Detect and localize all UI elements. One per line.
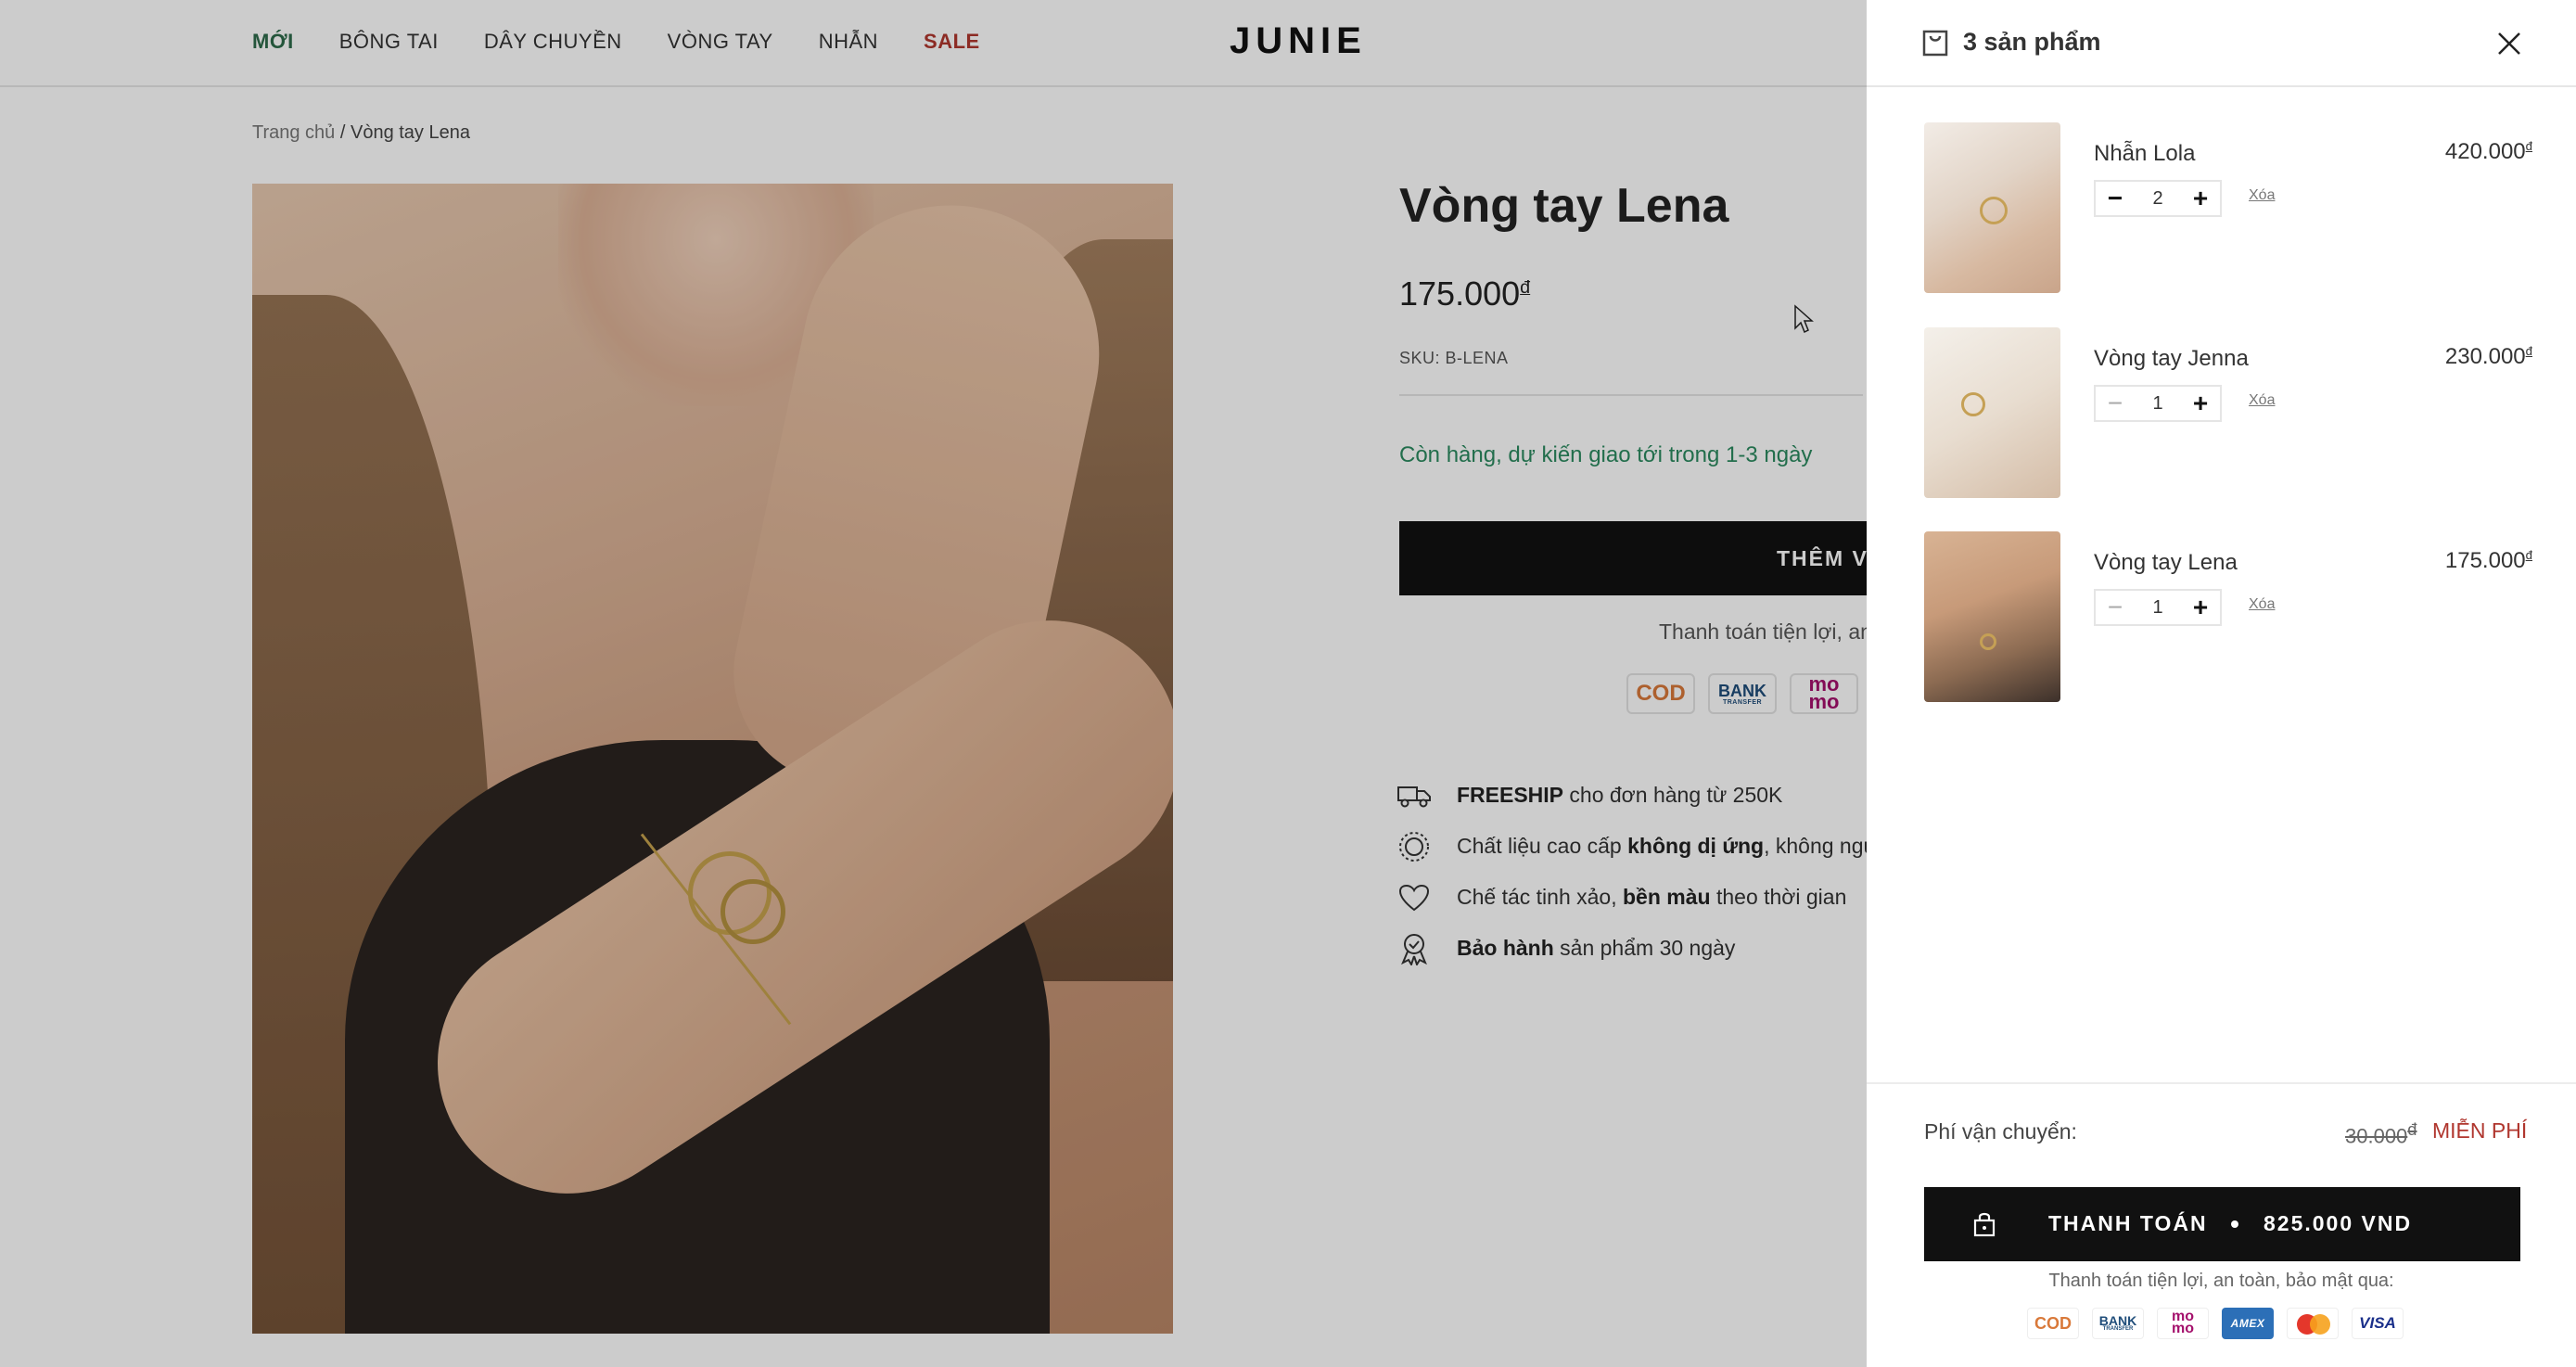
lock-bag-icon [1972, 1211, 1996, 1240]
separator-dot [2231, 1220, 2238, 1228]
shipping-label: Phí vận chuyển: [1924, 1119, 2077, 1143]
cart-footer: Phí vận chuyển: 30.000đ MIỄN PHÍ THANH T… [1867, 1082, 2576, 1367]
cart-header: 3 sản phẩm [1867, 0, 2576, 87]
quantity-value[interactable]: 2 [2135, 188, 2181, 210]
increase-qty-button[interactable]: + [2181, 182, 2220, 215]
cart-drawer: 3 sản phẩm Nhẫn Lola 420.000đ − 2 + Xóa … [1867, 0, 2576, 1367]
checkout-label: THANH TOÁN [2048, 1211, 2208, 1235]
checkout-button[interactable]: THANH TOÁN 825.000 VND [1924, 1187, 2520, 1261]
cart-item-price: 230.000đ [2444, 344, 2532, 369]
visa-icon: VISA [2352, 1308, 2404, 1339]
increase-qty-button[interactable]: + [2181, 387, 2220, 420]
remove-item-link[interactable]: Xóa [2249, 392, 2275, 409]
cart-count: 3 sản phẩm [1963, 28, 2101, 56]
close-cart-button[interactable] [2493, 28, 2525, 59]
bank-transfer-icon: BANK TRANSFER [2092, 1308, 2144, 1339]
quantity-stepper: − 1 + [2094, 385, 2222, 422]
quantity-value[interactable]: 1 [2135, 393, 2181, 415]
quantity-stepper: − 1 + [2094, 589, 2222, 626]
cart-item-thumbnail[interactable] [1924, 122, 2060, 293]
close-icon [2498, 32, 2520, 55]
shipping-free-label: MIỄN PHÍ [2432, 1118, 2528, 1143]
cod-icon: COD [2027, 1308, 2079, 1339]
remove-item-link[interactable]: Xóa [2249, 596, 2275, 613]
cart-item-price: 420.000đ [2444, 139, 2532, 164]
cart-item-name[interactable]: Vòng tay Jenna [2094, 346, 2249, 372]
momo-icon: mo mo [2157, 1308, 2209, 1339]
cart-backdrop-overlay[interactable] [0, 0, 1867, 1367]
mastercard-icon [2287, 1308, 2339, 1339]
cart-item-thumbnail[interactable] [1924, 531, 2060, 702]
shipping-original-price: 30.000đ [2345, 1119, 2417, 1148]
decrease-qty-button[interactable]: − [2096, 591, 2135, 624]
payment-note: Thanh toán tiện lợi, an toàn, bảo mật qu… [2048, 1271, 2394, 1291]
increase-qty-button[interactable]: + [2181, 591, 2220, 624]
checkout-total: 825.000 VND [2264, 1211, 2413, 1235]
cart-item: Vòng tay Lena 175.000đ − 1 + Xóa [1924, 531, 2532, 702]
remove-item-link[interactable]: Xóa [2249, 187, 2275, 204]
cart-item: Nhẫn Lola 420.000đ − 2 + Xóa [1924, 122, 2532, 293]
quantity-stepper: − 2 + [2094, 180, 2222, 217]
amex-icon: AMEX [2222, 1308, 2274, 1339]
decrease-qty-button[interactable]: − [2096, 182, 2135, 215]
cart-item-thumbnail[interactable] [1924, 327, 2060, 498]
cart-item-name[interactable]: Nhẫn Lola [2094, 141, 2195, 167]
decrease-qty-button[interactable]: − [2096, 387, 2135, 420]
cart-item: Vòng tay Jenna 230.000đ − 1 + Xóa [1924, 327, 2532, 498]
shopping-bag-icon [1922, 29, 1948, 61]
payment-methods: COD BANK TRANSFER mo mo AMEX VISA [2027, 1308, 2404, 1339]
cart-item-name[interactable]: Vòng tay Lena [2094, 550, 2238, 576]
quantity-value[interactable]: 1 [2135, 597, 2181, 619]
cart-item-price: 175.000đ [2444, 548, 2532, 573]
